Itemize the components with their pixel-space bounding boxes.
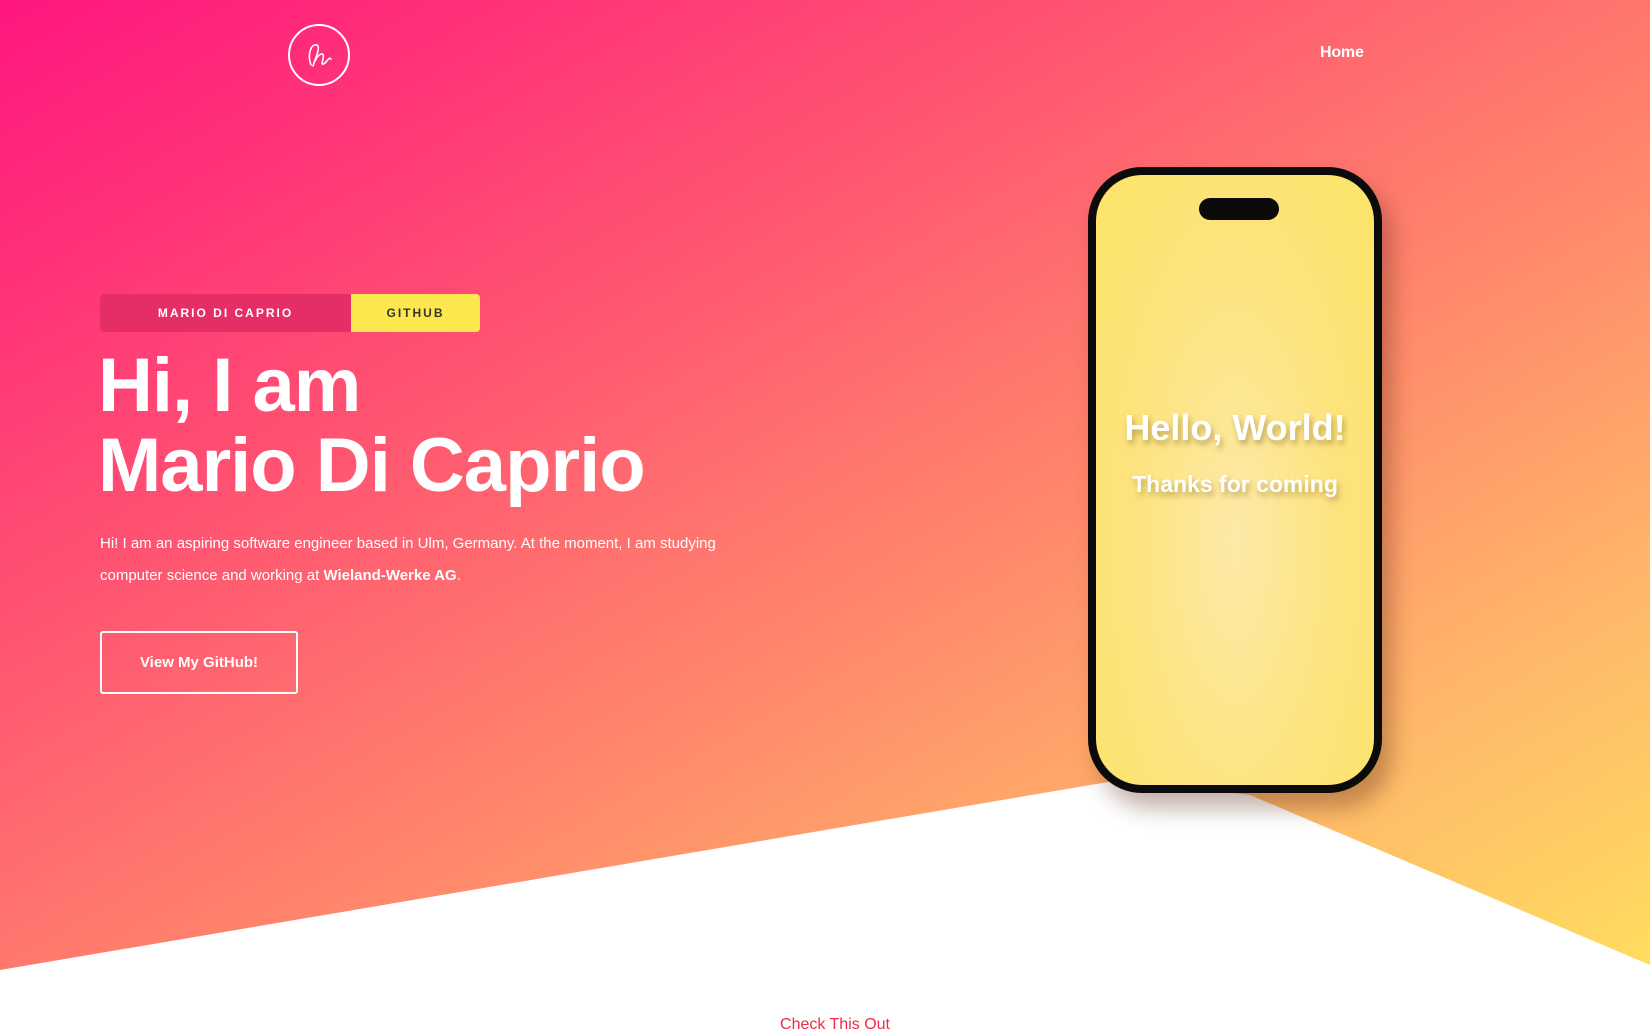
hero-intro-text: Hi! I am an aspiring software engineer b… [100,528,760,592]
intro-company-name: Wieland-Werke AG [323,567,457,584]
signature-logo-icon[interactable] [288,24,350,86]
intro-text-end: . [456,567,461,584]
github-badge[interactable]: GITHUB [351,294,480,332]
check-this-out-heading: Check This Out [780,1016,890,1031]
name-badge: MARIO DI CAPRIO [100,294,351,332]
phone-screen: Hello, World! Thanks for coming [1096,175,1374,785]
hero-headline: Hi, I am Mario Di Caprio [98,343,646,508]
phone-title: Hello, World! [1124,407,1346,448]
view-github-button[interactable]: View My GitHub! [100,631,298,694]
phone-notch [1199,198,1279,220]
headline-line-1: Hi, I am [98,343,361,428]
hero-badge-group: MARIO DI CAPRIO GITHUB [100,294,480,332]
headline-line-2: Mario Di Caprio [98,423,646,508]
signature-logo-glyph [308,44,332,67]
nav-home-link[interactable]: Home [1320,44,1364,62]
phone-subtitle: Thanks for coming [1132,471,1338,497]
page: Home MARIO DI CAPRIO GITHUB Hi, I am Mar… [0,0,1650,1031]
phone-mockup: Hello, World! Thanks for coming [1088,167,1382,793]
